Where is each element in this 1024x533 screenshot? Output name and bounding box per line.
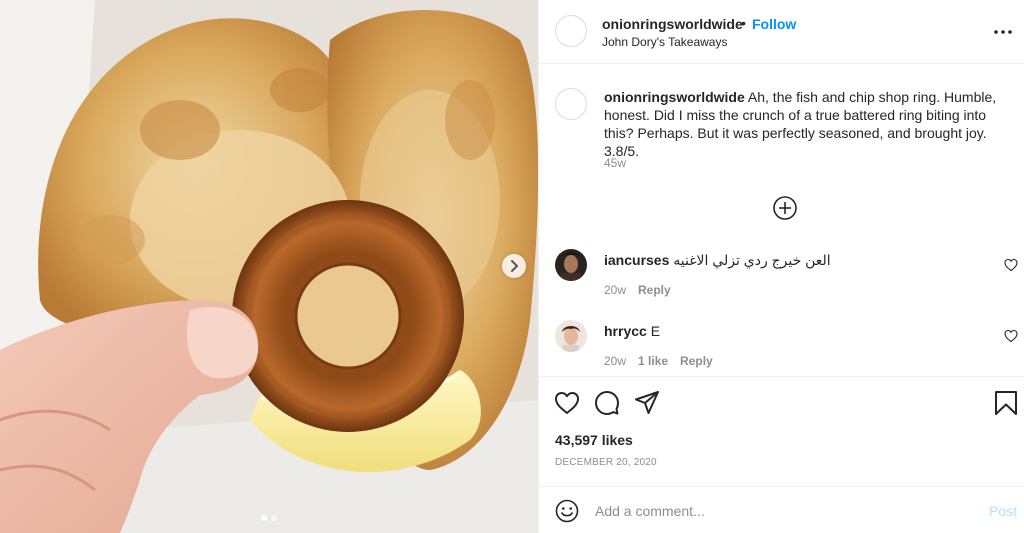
heart-icon[interactable]	[1004, 258, 1018, 272]
comment-input[interactable]	[595, 499, 965, 523]
commenter-photo	[555, 249, 587, 281]
post-details-panel: onionringsworldwide • Follow John Dory's…	[538, 0, 1024, 533]
comment-username[interactable]: hrrycc	[604, 323, 647, 339]
caption-username[interactable]: onionringsworldwide	[604, 89, 745, 105]
plus-circle-icon[interactable]	[772, 195, 798, 221]
carousel-dot-1	[261, 515, 267, 521]
reply-button[interactable]: Reply	[680, 354, 713, 368]
comment-meta: 20w Reply	[604, 283, 671, 297]
comment-icon[interactable]	[594, 390, 620, 416]
comment: hrrycc E	[604, 323, 660, 339]
heart-icon[interactable]	[554, 390, 580, 416]
carousel-dot-2	[271, 515, 277, 521]
commenter-photo	[555, 320, 587, 352]
action-bar: 43,597 likes DECEMBER 20, 2020	[539, 376, 1024, 486]
comment-timestamp[interactable]: 20w	[604, 283, 626, 297]
bookmark-icon[interactable]	[993, 390, 1019, 416]
next-slide-button[interactable]	[502, 254, 526, 278]
comment-like-count[interactable]: 1 like	[638, 354, 668, 368]
post-button[interactable]: Post	[989, 503, 1017, 519]
more-horizontal-icon[interactable]	[993, 24, 1013, 40]
send-icon[interactable]	[634, 390, 660, 416]
avatar[interactable]	[555, 249, 587, 281]
add-comment-bar: Post	[539, 486, 1024, 533]
chevron-right-icon	[511, 260, 518, 272]
post-date[interactable]: DECEMBER 20, 2020	[555, 457, 657, 468]
comment: iancurses العن خيرج ردي تزلي الاغنيه	[604, 252, 831, 269]
comment-timestamp[interactable]: 20w	[604, 354, 626, 368]
carousel-dots	[0, 515, 538, 521]
follow-button[interactable]: Follow	[752, 16, 796, 32]
post-photo	[0, 0, 538, 533]
comment-body: E	[650, 323, 661, 339]
instagram-post: onionringsworldwide • Follow John Dory's…	[0, 0, 1024, 533]
avatar[interactable]	[555, 320, 587, 352]
caption: onionringsworldwide Ah, the fish and chi…	[604, 88, 1014, 160]
post-media	[0, 0, 538, 533]
header-separator: •	[741, 15, 746, 31]
like-count[interactable]: 43,597 likes	[555, 432, 633, 448]
heart-icon[interactable]	[1004, 329, 1018, 343]
avatar[interactable]	[555, 15, 587, 47]
header-username[interactable]: onionringsworldwide	[602, 16, 743, 32]
caption-timestamp[interactable]: 45w	[604, 156, 626, 170]
caption-avatar[interactable]	[555, 88, 587, 120]
reply-button[interactable]: Reply	[638, 283, 671, 297]
location-link[interactable]: John Dory's Takeaways	[602, 35, 727, 49]
emoji-icon[interactable]	[555, 499, 579, 523]
comment-meta: 20w 1 like Reply	[604, 354, 713, 368]
comment-body: العن خيرج ردي تزلي الاغنيه	[673, 252, 831, 268]
comment-username[interactable]: iancurses	[604, 252, 669, 268]
post-header: onionringsworldwide • Follow John Dory's…	[539, 0, 1024, 64]
